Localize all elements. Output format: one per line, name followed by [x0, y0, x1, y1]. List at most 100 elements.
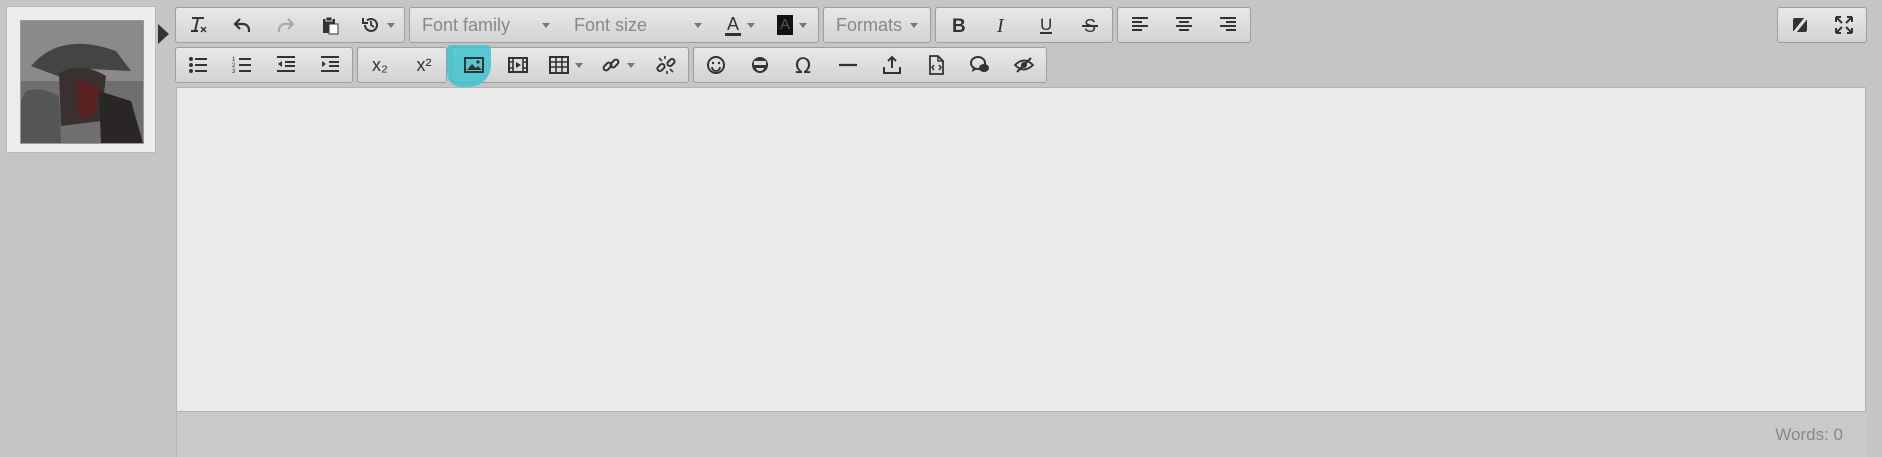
toolbar-row-1: Font family Font size A A Formats B I U …: [175, 7, 1255, 45]
source-code-button[interactable]: [914, 48, 958, 82]
text-color-button[interactable]: A: [714, 8, 766, 42]
align-left-button[interactable]: [1118, 8, 1162, 42]
undo-button[interactable]: [220, 8, 264, 42]
word-count: Words: 0: [1775, 425, 1843, 444]
increase-indent-button[interactable]: [308, 48, 352, 82]
avatar-frame: [6, 6, 156, 153]
smiley-icon: [707, 56, 725, 74]
paste-icon: [323, 16, 339, 35]
toggle-spellcheck-button[interactable]: [1778, 8, 1822, 42]
font-size-select[interactable]: Font size: [562, 8, 714, 42]
underline-button[interactable]: U: [1024, 8, 1068, 42]
insert-table-button[interactable]: [540, 48, 592, 82]
redo-button[interactable]: [264, 8, 308, 42]
toolbar-group-lists: 123: [175, 47, 353, 83]
unlink-button[interactable]: [644, 48, 688, 82]
upload-button[interactable]: [870, 48, 914, 82]
unlink-icon: [656, 56, 676, 74]
superscript-icon: x²: [416, 54, 432, 75]
toolbar-group-font: Font family Font size A A: [409, 7, 819, 43]
upload-icon: [883, 55, 901, 74]
toolbar-group-insert: [447, 45, 689, 87]
special-character-button[interactable]: Ω: [782, 48, 826, 82]
editor-content-area[interactable]: [176, 87, 1866, 412]
paste-button[interactable]: [308, 8, 352, 42]
cool-face-icon: [752, 57, 768, 73]
numbered-list-button[interactable]: 123: [220, 48, 264, 82]
insert-image-button[interactable]: [447, 45, 496, 87]
toolbar-group-extras: Ω: [693, 47, 1047, 83]
bullet-list-icon: [189, 57, 207, 73]
insert-emoticon-button[interactable]: [694, 48, 738, 82]
subscript-button[interactable]: x₂: [358, 48, 402, 82]
chevron-down-icon: [747, 22, 755, 28]
font-family-select[interactable]: Font family: [410, 8, 562, 42]
italic-icon: I: [996, 15, 1005, 35]
text-color-icon: A: [724, 13, 741, 36]
background-color-icon: A: [776, 15, 793, 35]
align-center-button[interactable]: [1162, 8, 1206, 42]
toolbar-group-script: x₂ x²: [357, 47, 447, 83]
chevron-down-icon: [799, 22, 807, 28]
fullscreen-button[interactable]: [1822, 8, 1866, 42]
chevron-down-icon: [575, 62, 583, 68]
bullet-list-button[interactable]: [176, 48, 220, 82]
formats-select[interactable]: Formats: [824, 8, 930, 42]
superscript-button[interactable]: x²: [402, 48, 446, 82]
no-spellcheck-icon: [1792, 16, 1809, 34]
history-icon: [362, 17, 378, 32]
insert-emoji-button[interactable]: [738, 48, 782, 82]
align-center-icon: [1176, 17, 1192, 31]
link-icon: [602, 58, 620, 72]
chevron-down-icon: [627, 62, 635, 68]
svg-text:Ω: Ω: [795, 55, 811, 75]
chevron-down-icon: [542, 22, 550, 28]
toolbar-group-view: [1777, 7, 1867, 43]
toolbar-group-formats: Formats: [823, 7, 931, 43]
chevron-down-icon: [387, 22, 395, 28]
strikethrough-button[interactable]: S: [1068, 8, 1112, 42]
toolbar-group-style: B I U S: [935, 7, 1113, 43]
clear-formatting-icon: [191, 17, 207, 33]
toolbar-row-1-right: [1777, 7, 1867, 45]
font-size-label: Font size: [574, 14, 648, 35]
decrease-indent-button[interactable]: [264, 48, 308, 82]
speech-bubbles-icon: [970, 56, 989, 72]
insert-media-button[interactable]: [496, 48, 540, 82]
italic-button[interactable]: I: [980, 8, 1024, 42]
restore-draft-button[interactable]: [352, 8, 404, 42]
status-bar: [176, 412, 1866, 457]
eye-slash-icon: [1014, 57, 1034, 73]
code-file-icon: [929, 55, 944, 75]
align-right-icon: [1220, 17, 1236, 31]
subscript-icon: x₂: [372, 54, 388, 75]
fullscreen-icon: [1835, 16, 1853, 34]
comment-button[interactable]: [958, 48, 1002, 82]
rich-text-editor: Font family Font size A A Formats B I U …: [175, 0, 1867, 457]
formats-label: Formats: [836, 14, 903, 35]
preview-button[interactable]: [1002, 48, 1046, 82]
svg-text:3: 3: [232, 69, 236, 75]
omega-icon: Ω: [795, 55, 811, 75]
clear-formatting-button[interactable]: [176, 8, 220, 42]
background-color-button[interactable]: A: [766, 8, 818, 42]
align-right-button[interactable]: [1206, 8, 1250, 42]
chevron-down-icon: [910, 22, 918, 28]
bold-icon: B: [952, 16, 966, 35]
svg-text:B: B: [952, 16, 966, 35]
undo-icon: [233, 18, 251, 32]
film-icon: [508, 57, 528, 73]
insert-link-button[interactable]: [592, 48, 644, 82]
indent-icon: [321, 56, 339, 72]
svg-text:I: I: [996, 15, 1005, 35]
avatar: [20, 20, 144, 144]
avatar-pointer-icon: [158, 24, 169, 44]
chevron-down-icon: [694, 22, 702, 28]
bold-button[interactable]: B: [936, 8, 980, 42]
redo-icon: [277, 18, 295, 32]
horizontal-line-icon: [839, 63, 857, 67]
align-left-icon: [1132, 17, 1148, 31]
horizontal-rule-button[interactable]: [826, 48, 870, 82]
toolbar-group-align: [1117, 7, 1251, 43]
svg-text:U: U: [1040, 15, 1052, 34]
